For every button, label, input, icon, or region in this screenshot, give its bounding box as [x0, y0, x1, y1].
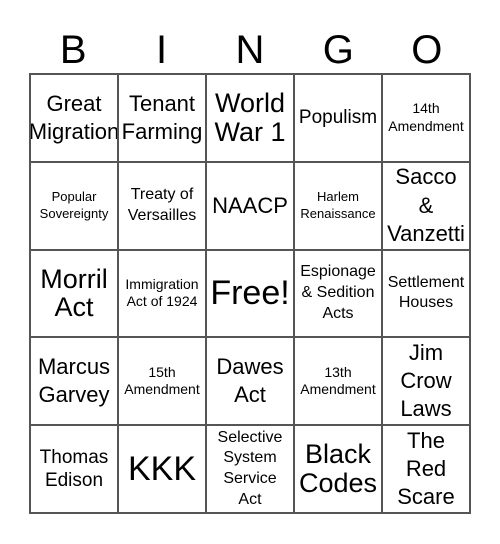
- cell-label: NAACP: [212, 192, 288, 218]
- cell-label: KKK: [127, 449, 197, 488]
- bingo-cell[interactable]: Dawes Act: [206, 337, 294, 426]
- header-letter-n: N: [235, 28, 265, 72]
- bingo-cell[interactable]: Selective System Service Act: [206, 425, 294, 513]
- cell-label: Black Codes: [298, 439, 378, 499]
- cell-label: Dawes Act: [216, 354, 284, 408]
- bingo-cell[interactable]: Black Codes: [294, 425, 382, 513]
- cell-label: Sacco & Vanzetti: [387, 164, 465, 246]
- bingo-cell[interactable]: Jim Crow Laws: [382, 337, 470, 426]
- bingo-cell[interactable]: Thomas Edison: [30, 425, 118, 513]
- cell-label: Settlement Houses: [387, 273, 465, 312]
- header-letter-o: O: [411, 28, 443, 72]
- bingo-cell[interactable]: Popular Sovereignty: [30, 161, 118, 250]
- free-space-cell[interactable]: Free!: [206, 249, 294, 338]
- cell-label: 13th Amendment: [300, 363, 376, 398]
- cell-label: Populism: [298, 107, 378, 129]
- bingo-cell[interactable]: Espionage & Sedition Acts: [294, 249, 382, 338]
- bingo-cell[interactable]: 14th Amendment: [382, 74, 470, 162]
- bingo-cell[interactable]: Great Migration: [30, 74, 118, 162]
- bingo-cell[interactable]: Sacco & Vanzetti: [382, 161, 470, 250]
- cell-label: Morril Act: [40, 263, 108, 323]
- cell-label: Immigration Act of 1924: [125, 275, 199, 310]
- cell-label: Jim Crow Laws: [400, 340, 452, 422]
- bingo-cell[interactable]: World War 1: [206, 74, 294, 162]
- bingo-cell[interactable]: Morril Act: [30, 249, 118, 338]
- cell-label: World War 1: [214, 88, 286, 147]
- bingo-cell[interactable]: Harlem Renaissance: [294, 161, 382, 250]
- header-letter-b: B: [59, 28, 87, 72]
- bingo-cell[interactable]: 13th Amendment: [294, 337, 382, 426]
- bingo-header: B I N G O: [29, 26, 471, 74]
- header-letter-i: I: [156, 28, 168, 72]
- cell-label: Great Migration: [30, 90, 118, 144]
- free-space-label: Free!: [210, 274, 290, 313]
- cell-label: Popular Sovereignty: [39, 188, 109, 221]
- cell-label: Marcus Garvey: [37, 354, 111, 408]
- cell-label: Thomas Edison: [39, 446, 109, 492]
- cell-label: Harlem Renaissance: [300, 188, 376, 221]
- header-letter-g: G: [322, 28, 354, 72]
- bingo-cell[interactable]: Treaty of Versailles: [118, 161, 206, 250]
- cell-label: 14th Amendment: [388, 100, 464, 134]
- cell-label: Espionage & Sedition Acts: [300, 263, 376, 322]
- cell-label: Selective System Service Act: [217, 428, 283, 508]
- cell-label: 15th Amendment: [124, 363, 200, 398]
- bingo-cell[interactable]: Immigration Act of 1924: [118, 249, 206, 338]
- bingo-cell[interactable]: Populism: [294, 74, 382, 162]
- bingo-grid: Great Migration Tenant Farming World War…: [29, 73, 471, 514]
- bingo-cell[interactable]: KKK: [118, 425, 206, 513]
- cell-label: The Red Scare: [397, 427, 455, 510]
- cell-label: Tenant Farming: [121, 90, 203, 144]
- bingo-cell[interactable]: 15th Amendment: [118, 337, 206, 426]
- bingo-cell[interactable]: Tenant Farming: [118, 74, 206, 162]
- bingo-cell[interactable]: Marcus Garvey: [30, 337, 118, 426]
- cell-label: Treaty of Versailles: [127, 185, 197, 224]
- bingo-cell[interactable]: Settlement Houses: [382, 249, 470, 338]
- bingo-cell[interactable]: NAACP: [206, 161, 294, 250]
- bingo-cell[interactable]: The Red Scare: [382, 425, 470, 513]
